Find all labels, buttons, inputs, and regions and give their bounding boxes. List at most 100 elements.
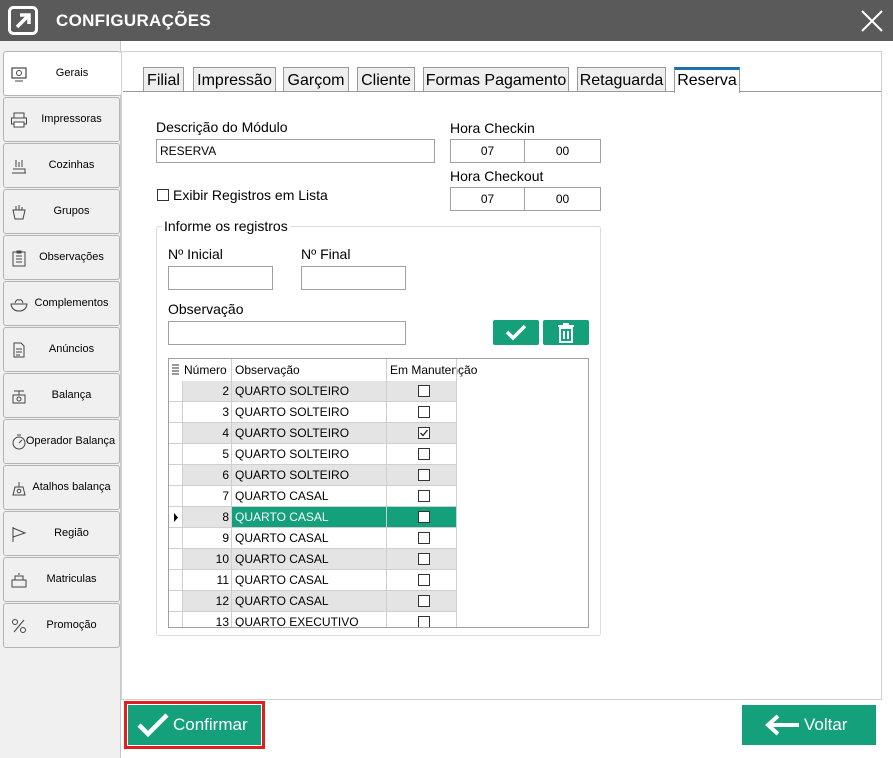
cell-manutencao[interactable]: [387, 591, 457, 612]
cell-observacao[interactable]: QUARTO CASAL: [232, 591, 387, 612]
tab-reserva[interactable]: Reserva: [674, 67, 740, 93]
table-row[interactable]: 4 QUARTO SOLTEIRO: [169, 423, 457, 444]
manutencao-checkbox[interactable]: [418, 490, 430, 502]
table-row[interactable]: 2 QUARTO SOLTEIRO: [169, 381, 457, 402]
cell-numero[interactable]: 10: [183, 549, 232, 570]
table-row[interactable]: 10 QUARTO CASAL: [169, 549, 457, 570]
row-indicator[interactable]: [169, 402, 183, 423]
checkin-hour-input[interactable]: 07: [450, 139, 525, 163]
table-row[interactable]: 8 QUARTO CASAL: [169, 507, 457, 528]
cell-observacao[interactable]: QUARTO SOLTEIRO: [232, 465, 387, 486]
row-indicator[interactable]: [169, 486, 183, 507]
final-input[interactable]: [301, 266, 406, 290]
cell-numero[interactable]: 7: [183, 486, 232, 507]
cell-observacao[interactable]: QUARTO SOLTEIRO: [232, 444, 387, 465]
cell-manutencao[interactable]: [387, 570, 457, 591]
sidebar-item-operador-balanca[interactable]: Operador Balança: [3, 419, 120, 464]
cell-observacao[interactable]: QUARTO SOLTEIRO: [232, 423, 387, 444]
table-row[interactable]: 12 QUARTO CASAL: [169, 591, 457, 612]
sidebar-item-complementos[interactable]: Complementos: [3, 281, 120, 326]
cell-numero[interactable]: 3: [183, 402, 232, 423]
row-indicator[interactable]: [169, 465, 183, 486]
row-indicator[interactable]: [169, 528, 183, 549]
manutencao-checkbox[interactable]: [418, 553, 430, 565]
tab-impressao[interactable]: Impressão: [193, 67, 276, 92]
table-row[interactable]: 5 QUARTO SOLTEIRO: [169, 444, 457, 465]
column-header-observacao[interactable]: Observação: [235, 363, 300, 377]
row-indicator[interactable]: [169, 570, 183, 591]
manutencao-checkbox[interactable]: [418, 532, 430, 544]
cell-numero[interactable]: 12: [183, 591, 232, 612]
row-indicator[interactable]: [169, 507, 183, 528]
column-header-numero[interactable]: Número: [184, 363, 227, 377]
manutencao-checkbox[interactable]: [418, 595, 430, 607]
row-indicator[interactable]: [169, 423, 183, 444]
confirm-button[interactable]: Confirmar: [128, 705, 261, 745]
sidebar-item-anuncios[interactable]: Anúncios: [3, 327, 120, 372]
row-indicator[interactable]: [169, 381, 183, 402]
sidebar-item-cozinhas[interactable]: Cozinhas: [3, 143, 120, 188]
cell-manutencao[interactable]: [387, 423, 457, 444]
cell-numero[interactable]: 6: [183, 465, 232, 486]
exibir-registros-checkbox[interactable]: [157, 189, 169, 201]
manutencao-checkbox[interactable]: [418, 574, 430, 586]
table-row[interactable]: 9 QUARTO CASAL: [169, 528, 457, 549]
manutencao-checkbox[interactable]: [418, 511, 430, 523]
sidebar-item-grupos[interactable]: Grupos: [3, 189, 120, 234]
cell-numero[interactable]: 11: [183, 570, 232, 591]
cell-manutencao[interactable]: [387, 507, 457, 528]
sidebar-item-promocao[interactable]: Promoção: [3, 603, 120, 648]
back-button[interactable]: Voltar: [742, 705, 876, 745]
cell-observacao[interactable]: QUARTO CASAL: [232, 549, 387, 570]
cell-numero[interactable]: 5: [183, 444, 232, 465]
column-header-manutencao[interactable]: Em Manutenção: [390, 363, 477, 377]
cell-observacao[interactable]: QUARTO SOLTEIRO: [232, 402, 387, 423]
row-indicator[interactable]: [169, 612, 183, 627]
row-indicator[interactable]: [169, 591, 183, 612]
table-row[interactable]: 6 QUARTO SOLTEIRO: [169, 465, 457, 486]
cell-observacao[interactable]: QUARTO CASAL: [232, 570, 387, 591]
add-registro-button[interactable]: [493, 320, 539, 345]
cell-manutencao[interactable]: [387, 528, 457, 549]
tab-filial[interactable]: Filial: [143, 67, 184, 92]
registros-grid[interactable]: Número Observação Em Manutenção 2 QUARTO …: [168, 358, 589, 628]
sidebar-item-gerais[interactable]: Gerais: [3, 51, 121, 96]
manutencao-checkbox[interactable]: [418, 616, 430, 627]
observacao-input[interactable]: [168, 321, 406, 345]
cell-manutencao[interactable]: [387, 402, 457, 423]
descricao-input[interactable]: RESERVA: [156, 139, 435, 163]
cell-numero[interactable]: 2: [183, 381, 232, 402]
sidebar-item-impressoras[interactable]: Impressoras: [3, 97, 120, 142]
cell-numero[interactable]: 13: [183, 612, 232, 627]
manutencao-checkbox[interactable]: [418, 427, 430, 439]
cell-manutencao[interactable]: [387, 444, 457, 465]
sidebar-item-regiao[interactable]: Região: [3, 511, 120, 556]
cell-manutencao[interactable]: [387, 381, 457, 402]
cell-numero[interactable]: 8: [183, 507, 232, 528]
sidebar-item-atalhos-balanca[interactable]: Atalhos balança: [3, 465, 120, 510]
cell-manutencao[interactable]: [387, 612, 457, 627]
table-row[interactable]: 13 QUARTO EXECUTIVO: [169, 612, 457, 627]
checkout-hour-input[interactable]: 07: [450, 187, 525, 211]
checkin-minute-input[interactable]: 00: [524, 139, 601, 163]
table-row[interactable]: 3 QUARTO SOLTEIRO: [169, 402, 457, 423]
tab-retaguarda[interactable]: Retaguarda: [577, 67, 666, 92]
sidebar-item-matriculas[interactable]: Matriculas: [3, 557, 120, 602]
manutencao-checkbox[interactable]: [418, 448, 430, 460]
inicial-input[interactable]: [168, 266, 273, 290]
sidebar-item-observacoes[interactable]: Observações: [3, 235, 120, 280]
row-indicator[interactable]: [169, 444, 183, 465]
close-icon[interactable]: [855, 4, 889, 38]
table-row[interactable]: 7 QUARTO CASAL: [169, 486, 457, 507]
cell-observacao[interactable]: QUARTO CASAL: [232, 507, 387, 528]
cell-observacao[interactable]: QUARTO CASAL: [232, 528, 387, 549]
manutencao-checkbox[interactable]: [418, 406, 430, 418]
tab-garcom[interactable]: Garçom: [283, 67, 349, 92]
sidebar-item-balanca[interactable]: Balança: [3, 373, 120, 418]
manutencao-checkbox[interactable]: [418, 469, 430, 481]
tab-formas-pagamento[interactable]: Formas Pagamento: [423, 67, 569, 92]
cell-observacao[interactable]: QUARTO CASAL: [232, 486, 387, 507]
cell-numero[interactable]: 9: [183, 528, 232, 549]
row-indicator[interactable]: [169, 549, 183, 570]
cell-numero[interactable]: 4: [183, 423, 232, 444]
